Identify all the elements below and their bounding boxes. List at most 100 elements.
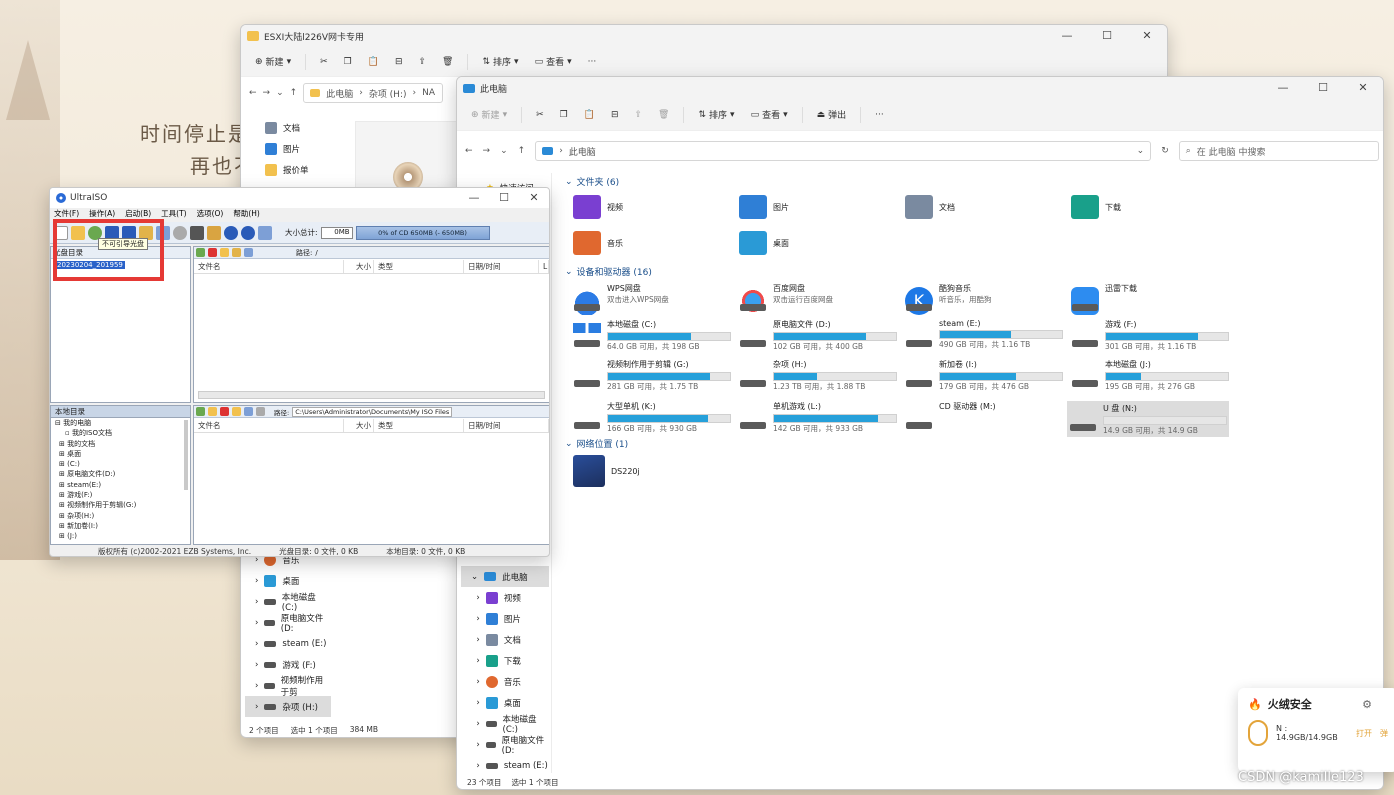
nav-item-c[interactable]: › 本地磁盘 (C:) [245,591,331,613]
nav-item-desktop[interactable]: › 桌面 [245,570,331,591]
tree-my-computer[interactable]: ⊟ 我的电脑 [55,418,190,428]
drive-item[interactable]: 大型单机 (K:) 166 GB 可用，共 930 GB [573,401,733,439]
folder-music[interactable]: 音乐 [573,231,623,255]
forward-arrow-icon[interactable]: → [263,88,271,98]
up-dir-icon[interactable] [196,248,205,257]
nav-item-thispc[interactable]: ⌄ 此电脑 [461,566,549,587]
tree-desktop[interactable]: ⊞ 桌面 [55,449,190,459]
tree-drive-h[interactable]: ⊞ 杂项(H:) [55,511,190,521]
tree-my-docs[interactable]: ⊞ 我的文档 [55,439,190,449]
new-folder-icon[interactable] [232,407,241,416]
drive-item[interactable]: 本地磁盘 (C:) 64.0 GB 可用，共 198 GB [573,319,733,357]
app-kugou[interactable]: K 酷狗音乐 听音乐，用酷狗 [905,283,1065,321]
new-button[interactable]: ⊕ 新建 ▾ [465,105,513,125]
col-date[interactable]: 日期/时间 [464,260,539,273]
close-button[interactable]: ✕ [1343,77,1383,99]
col-size[interactable]: 大小 [344,419,374,432]
nav-item-music[interactable]: › 音乐 [461,671,549,692]
info-icon[interactable] [224,225,238,240]
view-icon[interactable] [244,407,253,416]
col-type[interactable]: 类型 [374,260,464,273]
quick-item-pictures[interactable]: 图片 [255,138,335,159]
vertical-scrollbar[interactable] [184,420,188,490]
nav-item-desktop[interactable]: › 桌面 [461,692,549,713]
new-folder-icon[interactable] [220,248,229,257]
rename-icon[interactable]: ⊟ [389,52,409,72]
menu-help[interactable]: 帮助(H) [233,208,260,222]
drive-item[interactable]: 视频制作用于剪辑 (G:) 281 GB 可用，共 1.75 TB [573,359,733,397]
mount-icon[interactable] [173,225,187,240]
menu-options[interactable]: 选项(O) [197,208,224,222]
help-icon[interactable] [241,225,255,240]
tree-iso-docs[interactable]: ▫ 我的ISO文档 [55,428,190,438]
maximize-button[interactable]: ☐ [1303,77,1343,99]
copy-icon[interactable]: ❐ [338,52,358,72]
nav-item-e[interactable]: › steam (E:) [461,755,549,776]
drive-item[interactable]: 单机游戏 (L:) 142 GB 可用，共 933 GB [739,401,899,439]
drive-item[interactable]: 杂项 (H:) 1.23 TB 可用，共 1.88 TB [739,359,899,397]
sort-button[interactable]: ⇅ 排序 ▾ [476,52,524,72]
folder-pictures[interactable]: 图片 [739,195,789,219]
up-arrow-icon[interactable]: ↑ [518,146,526,156]
eject-button[interactable]: ⏏ 弹出 [811,105,853,125]
quick-item-docs[interactable]: 文档 [255,117,335,138]
cut-icon[interactable]: ✂ [314,52,334,72]
drive-item[interactable]: 原电脑文件 (D:) 102 GB 可用，共 400 GB [739,319,899,357]
back-arrow-icon[interactable]: ← [249,88,257,98]
minimize-button[interactable]: — [1263,77,1303,99]
nav-item-f[interactable]: › 游戏 (F:) [245,654,331,675]
recent-chevron-icon[interactable]: ⌄ [276,88,284,98]
folder-desktop[interactable]: 桌面 [739,231,789,255]
drive-item[interactable]: 游戏 (F:) 301 GB 可用，共 1.16 TB [1071,319,1231,357]
minimize-button[interactable]: — [1047,25,1087,47]
view-button[interactable]: ▭ 查看 ▾ [529,52,578,72]
drive-item[interactable]: 本地磁盘 (J:) 195 GB 可用，共 276 GB [1071,359,1231,397]
maximize-button[interactable]: ☐ [1087,25,1127,47]
paste-icon[interactable]: 📋 [362,52,385,72]
delete-icon[interactable]: 🗑 [436,52,459,72]
forward-arrow-icon[interactable]: → [483,146,491,156]
more-button[interactable]: ··· [582,52,603,72]
paste-icon[interactable]: 📋 [578,105,601,125]
drive-item[interactable]: 新加卷 (I:) 179 GB 可用，共 476 GB [905,359,1065,397]
quick-item-quote[interactable]: 报价单 [255,159,335,180]
section-folders[interactable]: ⌄ 文件夹 (6) [565,175,619,189]
copy-icon[interactable]: ❐ [554,105,574,125]
col-date[interactable]: 日期/时间 [464,419,549,432]
app-baidu-drive[interactable]: 百度网盘 双击运行百度网盘 [739,283,899,321]
nav-item-c[interactable]: › 本地磁盘 (C:) [461,713,549,735]
address-dropdown-icon[interactable]: ⌄ [1137,146,1145,156]
nav-item-downloads[interactable]: › 下载 [461,650,549,671]
refresh-icon[interactable]: ↻ [1161,146,1169,156]
rename-icon[interactable]: ⊟ [605,105,625,125]
new-button[interactable]: ⊕ 新建 ▾ [249,52,297,72]
drive-item[interactable]: steam (E:) 490 GB 可用，共 1.16 TB [905,319,1065,357]
col-name[interactable]: 文件名 [194,419,344,432]
drive-item[interactable]: CD 驱动器 (M:) [905,401,1065,439]
delete-icon[interactable] [208,248,217,257]
tree-drive-e[interactable]: ⊞ steam(E:) [55,480,190,490]
sort-button[interactable]: ⇅ 排序 ▾ [692,105,740,125]
tree-drive-f[interactable]: ⊞ 游戏(F:) [55,490,190,500]
view-button[interactable]: ▭ 查看 ▾ [745,105,794,125]
share-icon[interactable]: ⇪ [628,105,648,125]
nav-item-d[interactable]: › 原电脑文件 (D: [461,734,549,756]
nav-item-d[interactable]: › 原电脑文件 (D: [245,612,331,634]
eject-button[interactable]: 弹 [1380,728,1388,739]
horizontal-scrollbar[interactable] [198,391,545,399]
close-button[interactable]: ✕ [519,188,549,208]
tree-drive-i[interactable]: ⊞ 新加卷(I:) [55,521,190,531]
add-icon[interactable] [208,407,217,416]
nav-item-h[interactable]: › 杂项 (H:) [245,696,331,717]
col-extra[interactable]: L [539,260,549,273]
tree-drive-j[interactable]: ⊞ (J:) [55,531,190,541]
share-icon[interactable]: ⇪ [412,52,432,72]
nav-item-videos[interactable]: › 视频 [461,587,549,608]
nav-item-g[interactable]: › 视频制作用于剪 [245,675,331,698]
local-path[interactable]: C:\Users\Administrator\Documents\My ISO … [292,406,453,417]
refresh-icon[interactable] [256,407,265,416]
delete-icon[interactable] [220,407,229,416]
back-arrow-icon[interactable]: ← [465,146,473,156]
nav-item-pictures[interactable]: › 图片 [461,608,549,629]
nav-item-docs[interactable]: › 文档 [461,629,549,650]
